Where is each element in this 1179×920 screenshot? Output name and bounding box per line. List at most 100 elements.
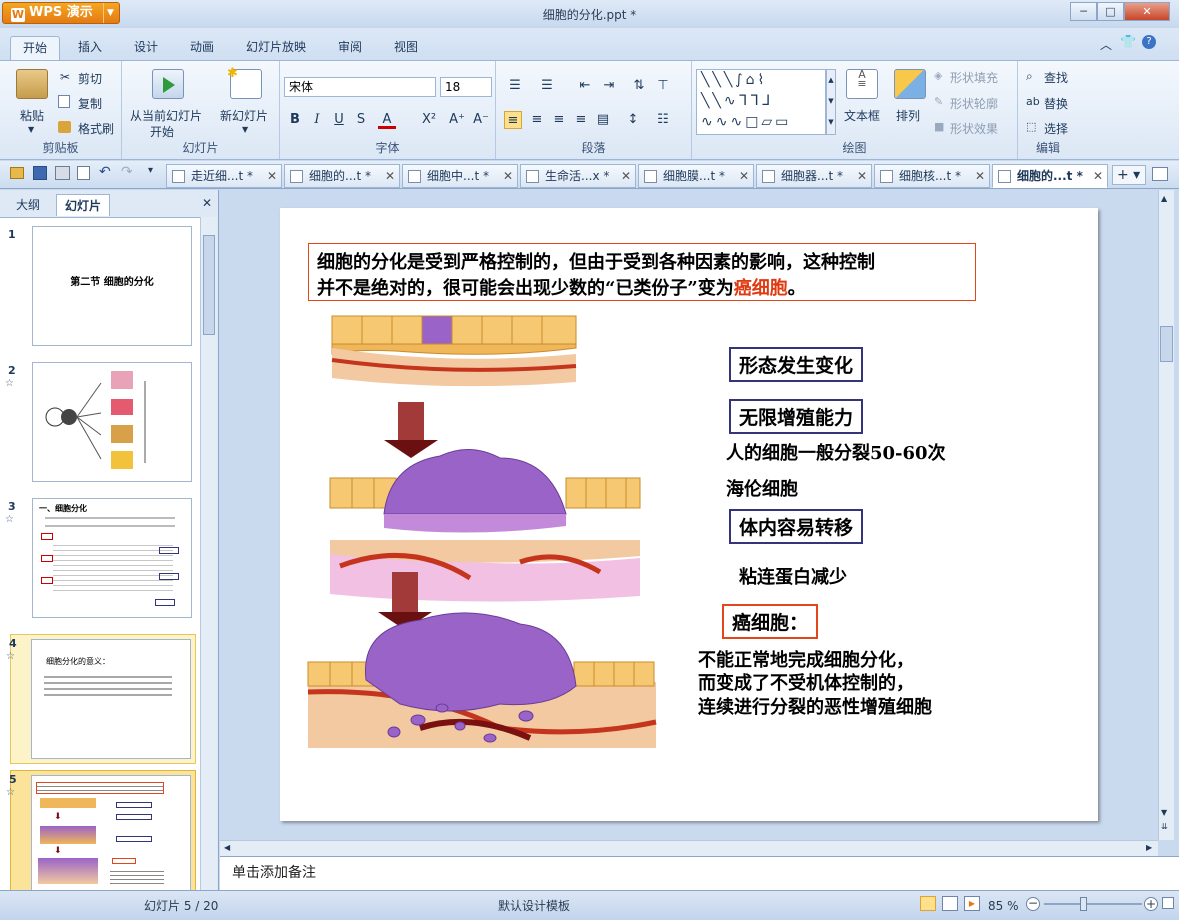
save-icon[interactable] xyxy=(33,166,47,180)
horizontal-scrollbar[interactable]: ◀ ▶ xyxy=(220,840,1158,856)
slide-sorter-icon[interactable] xyxy=(942,896,958,911)
normal-view-icon[interactable] xyxy=(920,896,936,911)
window-list-icon[interactable] xyxy=(1152,167,1168,181)
adhesion-protein-text[interactable]: 粘连蛋白减少 xyxy=(739,563,847,589)
collapse-ribbon-icon[interactable]: ︿ xyxy=(1100,36,1112,53)
morphology-change-label[interactable]: 形态发生变化 xyxy=(729,347,864,382)
shadow-button[interactable]: S xyxy=(352,111,370,129)
zoom-out-button[interactable]: − xyxy=(1026,897,1040,911)
tab-insert[interactable]: 插入 xyxy=(66,36,114,60)
grow-font-button[interactable]: A⁺ xyxy=(448,111,466,129)
new-tab-button[interactable]: + ▾ xyxy=(1112,165,1146,185)
vertical-scrollbar[interactable]: ▲ ▼ ⇊ xyxy=(1158,190,1174,840)
gallery-scroll[interactable]: ▲ ▼ ▼ xyxy=(826,69,836,135)
tab-outline[interactable]: 大纲 xyxy=(8,194,48,216)
skin-icon[interactable]: 👕 xyxy=(1120,35,1136,50)
zoom-slider-thumb[interactable] xyxy=(1080,897,1087,911)
justify-icon[interactable]: ≡ xyxy=(572,111,590,129)
doc-tab[interactable]: 走近细...t * ✕ xyxy=(166,164,282,188)
close-button[interactable]: ✕ xyxy=(1124,2,1170,21)
unlimited-proliferation-label[interactable]: 无限增殖能力 xyxy=(729,399,864,434)
slide-thumbnail-1[interactable]: 1 第二节 细胞的分化 xyxy=(8,226,196,354)
slideshow-icon[interactable]: ▶ xyxy=(964,896,980,911)
shape-outline-button[interactable]: 形状轮廓 xyxy=(950,95,998,112)
font-size-select[interactable]: 18 xyxy=(440,77,492,97)
tab-home[interactable]: 开始 xyxy=(10,36,61,60)
help-icon[interactable]: ? xyxy=(1142,35,1156,49)
from-current-slide-button[interactable]: 从当前幻灯片 xyxy=(130,107,202,124)
italic-button[interactable]: I xyxy=(308,111,326,129)
doc-tab[interactable]: 细胞器...t * ✕ xyxy=(756,164,872,188)
replace-button[interactable]: 替换 xyxy=(1044,95,1068,112)
find-button[interactable]: 查找 xyxy=(1044,69,1068,86)
align-left-icon[interactable]: ≡ xyxy=(504,111,522,129)
tab-slides[interactable]: 幻灯片 xyxy=(56,194,111,216)
superscript-button[interactable]: X² xyxy=(420,111,438,129)
slide-thumbnail-3[interactable]: 3 ☆ 一、细胞分化 xyxy=(5,498,196,626)
shape-fill-button[interactable]: 形状填充 xyxy=(950,69,998,86)
hela-cell-text[interactable]: 海伦细胞 xyxy=(726,475,798,501)
minimize-button[interactable]: ─ xyxy=(1070,2,1097,21)
format-painter-button[interactable]: 格式刷 xyxy=(78,120,114,137)
print-icon[interactable] xyxy=(55,166,70,180)
notes-pane[interactable]: 单击添加备注 xyxy=(220,856,1179,890)
tab-design[interactable]: 设计 xyxy=(122,36,170,60)
print-preview-icon[interactable] xyxy=(77,166,90,180)
doc-tab[interactable]: 细胞的...t * ✕ xyxy=(284,164,400,188)
doc-tab[interactable]: 生命活...x * ✕ xyxy=(520,164,636,188)
undo-icon[interactable]: ↶ xyxy=(99,164,111,180)
textbox-button[interactable]: 文本框 xyxy=(844,107,880,124)
tab-review[interactable]: 审阅 xyxy=(326,36,374,60)
start-button[interactable]: 开始 xyxy=(150,123,174,140)
bold-button[interactable]: B xyxy=(286,111,304,129)
cut-button[interactable]: 剪切 xyxy=(78,70,102,87)
arrange-button[interactable]: 排列 xyxy=(896,107,920,124)
doc-tab[interactable]: 细胞中...t * ✕ xyxy=(402,164,518,188)
close-panel-icon[interactable]: ✕ xyxy=(202,196,212,210)
tab-slideshow[interactable]: 幻灯片放映 xyxy=(234,36,318,60)
metastasis-label[interactable]: 体内容易转移 xyxy=(729,509,864,544)
shrink-font-button[interactable]: A⁻ xyxy=(472,111,490,129)
doc-tab-active[interactable]: 细胞的...t * ✕ xyxy=(992,164,1108,188)
redo-icon[interactable]: ↷ xyxy=(121,164,133,180)
slide-thumbnail-5-selected[interactable]: 5 ☆ ⬇ ⬇ xyxy=(6,770,196,890)
select-button[interactable]: 选择 xyxy=(1044,120,1068,137)
cancer-cell-label[interactable]: 癌细胞： xyxy=(722,604,819,639)
paste-button[interactable]: 粘贴 xyxy=(20,107,44,124)
text-direction-icon[interactable]: ⇅ xyxy=(630,77,648,95)
distribute-icon[interactable]: ▤ xyxy=(594,111,612,129)
decrease-indent-icon[interactable]: ⇤ xyxy=(576,77,594,95)
align-right-icon[interactable]: ≡ xyxy=(550,111,568,129)
columns-icon[interactable]: ☷ xyxy=(654,111,672,129)
font-name-select[interactable]: 宋体 xyxy=(284,77,436,97)
open-icon[interactable] xyxy=(10,167,24,179)
slide-5[interactable]: 细胞的分化是受到严格控制的，但由于受到各种因素的影响，这种控制 并不是绝对的，很… xyxy=(280,208,1098,821)
division-count-text[interactable]: 人的细胞一般分裂50-60次 xyxy=(726,439,946,465)
line-spacing-icon[interactable]: ↕ xyxy=(624,111,642,129)
intro-textbox[interactable]: 细胞的分化是受到严格控制的，但由于受到各种因素的影响，这种控制 并不是绝对的，很… xyxy=(308,243,976,301)
increase-indent-icon[interactable]: ⇥ xyxy=(600,77,618,95)
zoom-in-button[interactable]: + xyxy=(1144,897,1158,911)
bullets-icon[interactable]: ☰ xyxy=(506,77,524,95)
shape-gallery[interactable]: ╲╲╲∫⌂⌇ ╲╲∿ᒣᒣᒧ ∿∿∿□▱▭ xyxy=(696,69,826,135)
tab-view[interactable]: 视图 xyxy=(382,36,430,60)
underline-button[interactable]: U xyxy=(330,111,348,129)
doc-tab[interactable]: 细胞核...t * ✕ xyxy=(874,164,990,188)
customize-toolbar-icon[interactable]: ▾ xyxy=(148,165,153,176)
close-tab-icon: ✕ xyxy=(266,169,277,183)
zoom-slider[interactable] xyxy=(1044,903,1142,905)
panel-scrollbar[interactable] xyxy=(200,217,217,890)
copy-button[interactable]: 复制 xyxy=(78,95,102,112)
doc-tab[interactable]: 细胞膜...t * ✕ xyxy=(638,164,754,188)
shape-effect-button[interactable]: 形状效果 xyxy=(950,120,998,137)
fit-window-icon[interactable] xyxy=(1162,897,1174,909)
new-slide-button[interactable]: 新幻灯片 xyxy=(220,107,268,124)
numbering-icon[interactable]: ☰ xyxy=(538,77,556,95)
tab-animation[interactable]: 动画 xyxy=(178,36,226,60)
maximize-button[interactable]: □ xyxy=(1097,2,1124,21)
slide-thumbnail-4[interactable]: 4 ☆ 细胞分化的意义： xyxy=(6,634,196,764)
align-center-icon[interactable]: ≡ xyxy=(528,111,546,129)
align-text-icon[interactable]: ⊤ xyxy=(654,77,672,95)
slide-thumbnail-2[interactable]: 2 ☆ xyxy=(5,362,196,490)
font-color-button[interactable]: A xyxy=(378,111,396,129)
